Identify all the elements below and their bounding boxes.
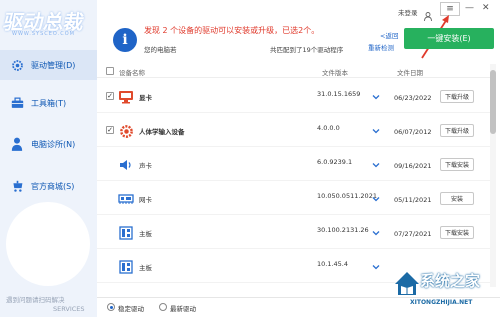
- column-header-name: 设备名称: [119, 69, 145, 77]
- device-name: 网卡: [139, 196, 152, 204]
- close-button[interactable]: ✕: [482, 3, 490, 13]
- download-install-button[interactable]: 下载安装: [440, 158, 474, 171]
- monitor-icon: [118, 89, 134, 105]
- file-date: 05/11/2021: [394, 196, 432, 204]
- file-version: 30.100.2131.26: [317, 226, 369, 234]
- table-row[interactable]: ✓ 人体学输入设备 4.0.0.0 06/07/2012 下载升级: [97, 113, 490, 147]
- watermark-url: XITONGZHIJIA.NET: [410, 299, 473, 306]
- cart-icon: [10, 179, 24, 193]
- sidebar-item-label: 驱动管理(D): [31, 60, 76, 70]
- sidebar-item-driver-management[interactable]: 驱动管理(D): [0, 50, 97, 80]
- file-version: 31.0.15.1659: [317, 90, 361, 98]
- match-count-text: 共匹配到了19个驱动程序: [270, 46, 344, 54]
- device-name: 声卡: [139, 162, 152, 170]
- sidebar: 驱动总裁 WWW.SYSCEO.COM 驱动管理(D) 工具箱(T) 电脑诊所(…: [0, 0, 97, 317]
- download-upgrade-button[interactable]: 下载升级: [440, 90, 474, 103]
- pc-label: 您的电脑若: [144, 46, 177, 54]
- watermark: 系统之家 XITONGZHIJIA.NET: [392, 266, 500, 314]
- sidebar-item-official-store[interactable]: 官方商城(S): [0, 171, 97, 201]
- latest-driver-label[interactable]: 最新驱动: [170, 303, 196, 313]
- file-version: 10.1.45.4: [317, 260, 349, 268]
- sidebar-item-toolbox[interactable]: 工具箱(T): [0, 88, 97, 118]
- select-all-checkbox[interactable]: [106, 67, 114, 75]
- table-row[interactable]: 主板 30.100.2131.26 07/27/2021 下载安装: [97, 215, 490, 249]
- device-name: 主板: [139, 264, 152, 272]
- chevron-down-icon[interactable]: [372, 195, 380, 203]
- column-header-date: 文件日期: [397, 69, 423, 77]
- watermark-title: 系统之家: [420, 272, 481, 290]
- stable-driver-label[interactable]: 稳定驱动: [118, 303, 144, 313]
- logo-subtitle: WWW.SYSCEO.COM: [12, 31, 75, 37]
- login-link[interactable]: 未登录: [398, 7, 418, 17]
- redetect-link[interactable]: 重新检测: [368, 42, 394, 52]
- latest-driver-radio[interactable]: [159, 303, 167, 311]
- table-row[interactable]: 声卡 6.0.9239.1 09/16/2021 下载安装: [97, 147, 490, 181]
- column-header-version: 文件版本: [322, 69, 348, 77]
- house-logo-icon: [395, 272, 419, 295]
- file-version: 4.0.0.0: [317, 124, 340, 132]
- file-version: 10.050.0511.2021: [317, 192, 377, 200]
- one-click-install-button[interactable]: 一键安装(E): [404, 28, 494, 49]
- sidebar-item-pc-clinic[interactable]: 电脑诊所(N): [0, 129, 97, 159]
- device-name: 人体学输入设备: [139, 128, 185, 136]
- table-row[interactable]: ✓ 显卡 31.0.15.1659 06/23/2022 下载升级: [97, 79, 490, 113]
- alert-message: 发现 2 个设备的驱动可以安装或升级，已选2个。: [144, 26, 320, 35]
- file-version: 6.0.9239.1: [317, 158, 353, 166]
- help-text: 遇到问题请扫码解决 SERVICES: [6, 296, 85, 313]
- file-date: 09/16/2021: [394, 162, 432, 170]
- sidebar-item-label: 官方商城(S): [31, 181, 75, 191]
- speaker-icon: [118, 157, 134, 173]
- device-name: 主板: [139, 230, 152, 238]
- stable-driver-radio[interactable]: [107, 303, 115, 311]
- info-icon: i: [113, 28, 137, 52]
- scrollbar[interactable]: [490, 64, 496, 287]
- scrollbar-thumb[interactable]: [490, 70, 496, 134]
- back-link[interactable]: <返回: [380, 30, 398, 40]
- chevron-down-icon[interactable]: [372, 229, 380, 237]
- table-row[interactable]: 网卡 10.050.0511.2021 05/11/2021 安装: [97, 181, 490, 215]
- sidebar-item-label: 工具箱(T): [31, 98, 67, 108]
- minimize-button[interactable]: —: [465, 3, 474, 13]
- chevron-down-icon[interactable]: [372, 263, 380, 271]
- file-date: 07/27/2021: [394, 230, 432, 238]
- file-date: 06/07/2012: [394, 128, 432, 136]
- qr-placeholder: [6, 202, 90, 286]
- motherboard-icon: [118, 225, 134, 241]
- install-button[interactable]: 安装: [440, 192, 474, 205]
- download-install-button[interactable]: 下载安装: [440, 226, 474, 239]
- toolbox-icon: [10, 96, 24, 110]
- row-checkbox[interactable]: ✓: [106, 92, 114, 100]
- table-header: 设备名称 文件版本 文件日期: [97, 64, 490, 78]
- device-name: 显卡: [139, 94, 152, 102]
- motherboard-icon: [118, 259, 134, 275]
- chevron-down-icon[interactable]: [372, 127, 380, 135]
- file-date: 06/23/2022: [394, 94, 432, 102]
- gear-icon: [118, 123, 134, 139]
- gear-icon: [10, 58, 24, 72]
- chevron-down-icon[interactable]: [372, 161, 380, 169]
- doctor-icon: [10, 137, 24, 151]
- sidebar-item-label: 电脑诊所(N): [31, 139, 76, 149]
- row-checkbox[interactable]: ✓: [106, 126, 114, 134]
- network-card-icon: [118, 191, 134, 207]
- chevron-down-icon[interactable]: [372, 93, 380, 101]
- download-upgrade-button[interactable]: 下载升级: [440, 124, 474, 137]
